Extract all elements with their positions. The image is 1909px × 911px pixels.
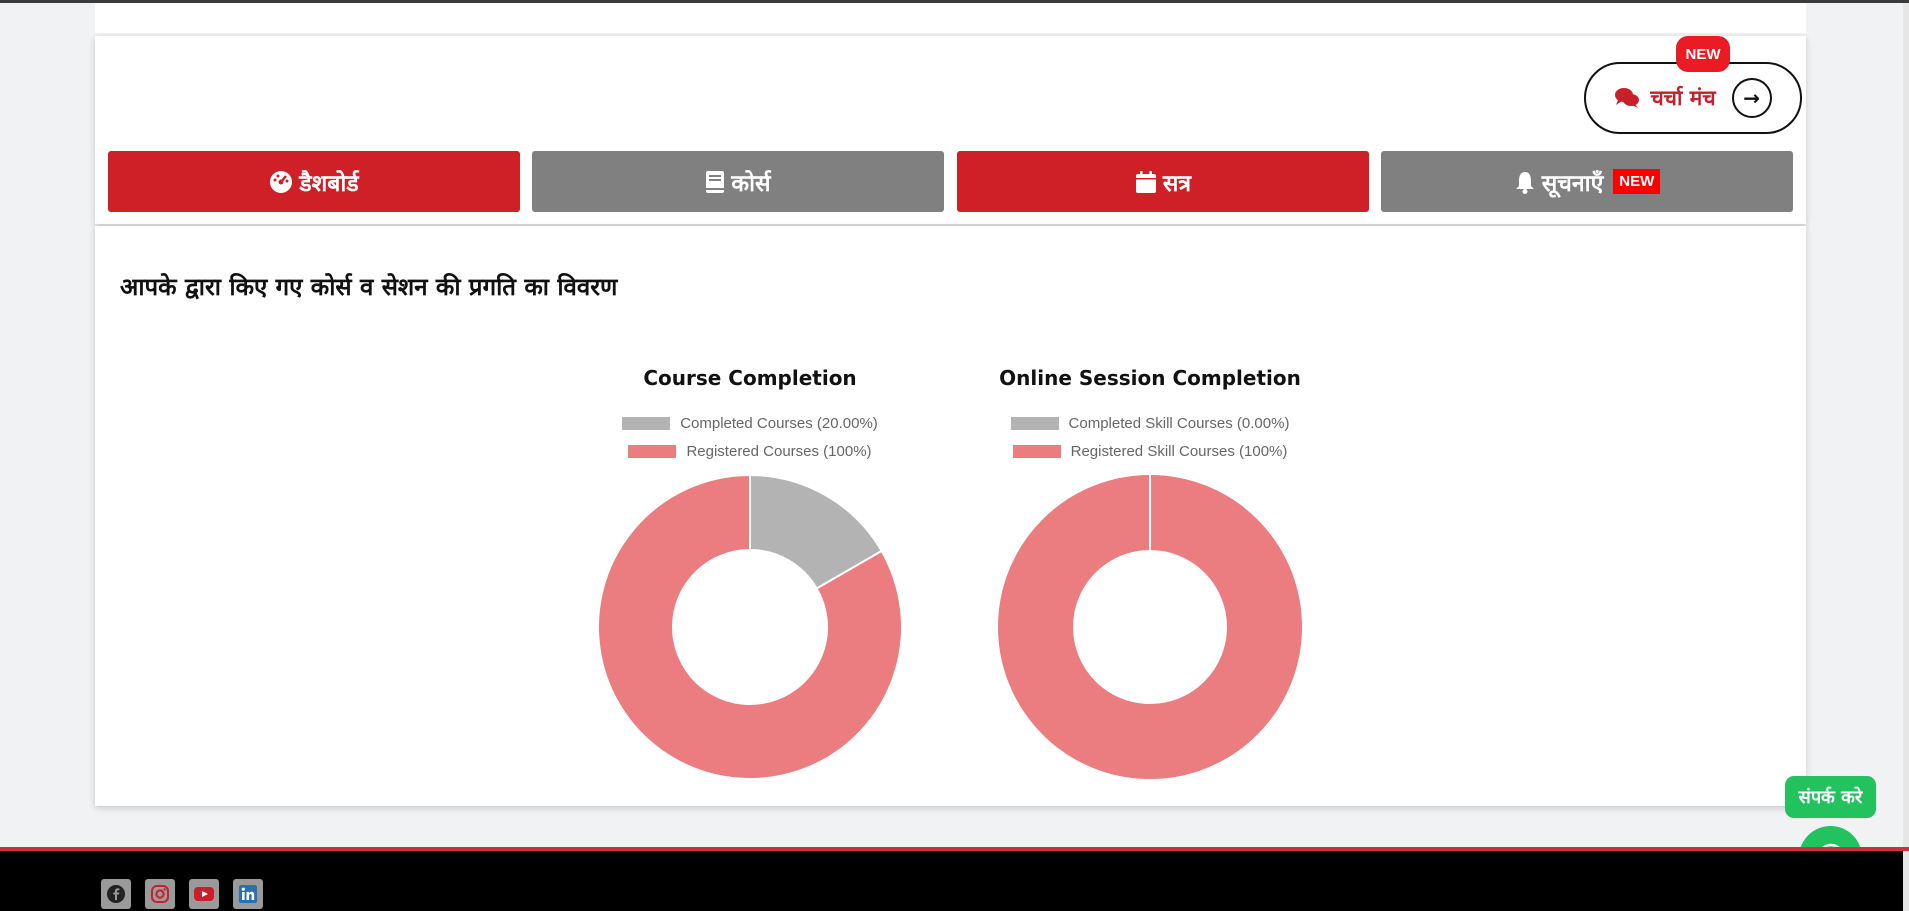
legend-swatch-red	[628, 445, 677, 458]
tab-notifications-label: सूचनाएँ	[1541, 170, 1604, 197]
course-completion-title: Course Completion	[643, 366, 857, 390]
contact-us-badge[interactable]: संपर्क करे	[1785, 776, 1876, 818]
instagram-icon	[151, 885, 169, 903]
progress-card	[95, 226, 1806, 806]
course-completion-donut	[597, 473, 903, 780]
bell-icon	[1515, 171, 1534, 194]
tab-courses[interactable]: कोर्स	[532, 151, 944, 212]
legend-completed-skill-courses-label: Completed Skill Courses (0.00%)	[1068, 415, 1290, 432]
book-icon	[706, 170, 725, 193]
tab-dashboard-label: डैशबोर्ड	[299, 170, 359, 197]
legend-swatch-red	[1012, 445, 1061, 458]
legend-completed-courses[interactable]: Completed Courses (20.00%)	[590, 415, 910, 432]
chat-bubbles-icon	[1615, 88, 1640, 108]
legend-registered-skill-courses-label: Registered Skill Courses (100%)	[1070, 443, 1288, 460]
footer	[0, 851, 1903, 911]
tab-sessions-label: सत्र	[1162, 170, 1192, 197]
calendar-icon	[1135, 170, 1156, 193]
discussion-forum-label: चर्चा मंच	[1650, 86, 1716, 110]
tab-courses-label: कोर्स	[731, 170, 771, 197]
legend-registered-courses-label: Registered Courses (100%)	[686, 443, 872, 460]
legend-registered-courses[interactable]: Registered Courses (100%)	[590, 443, 910, 460]
tab-notifications[interactable]: सूचनाएँ NEW	[1381, 151, 1793, 212]
session-completion-title: Online Session Completion	[999, 366, 1301, 390]
discussion-forum-button[interactable]: चर्चा मंच →	[1584, 62, 1802, 134]
legend-completed-courses-label: Completed Courses (20.00%)	[680, 415, 878, 432]
dashboard-icon	[270, 170, 293, 193]
youtube-link[interactable]	[189, 879, 219, 909]
page-heading: आपके द्वारा किए गए कोर्स व सेशन की प्रगत…	[120, 273, 618, 301]
linkedin-link[interactable]	[233, 879, 263, 909]
legend-swatch-gray	[622, 417, 671, 430]
legend-completed-skill-courses[interactable]: Completed Skill Courses (0.00%)	[990, 415, 1310, 432]
forum-new-badge: NEW	[1676, 36, 1730, 72]
notifications-new-badge: NEW	[1613, 169, 1661, 194]
top-section-strip	[95, 3, 1806, 33]
page-scrollbar[interactable]	[1903, 3, 1909, 911]
youtube-icon	[194, 887, 214, 901]
instagram-link[interactable]	[145, 879, 175, 909]
linkedin-icon	[239, 885, 257, 903]
facebook-link[interactable]	[101, 879, 131, 909]
tab-dashboard[interactable]: डैशबोर्ड	[108, 151, 520, 212]
legend-registered-skill-courses[interactable]: Registered Skill Courses (100%)	[990, 443, 1310, 460]
facebook-icon	[107, 885, 125, 903]
arrow-right-icon: →	[1731, 78, 1772, 118]
session-completion-donut	[998, 475, 1302, 779]
legend-swatch-gray	[1010, 417, 1059, 430]
tab-sessions[interactable]: सत्र	[957, 151, 1369, 212]
